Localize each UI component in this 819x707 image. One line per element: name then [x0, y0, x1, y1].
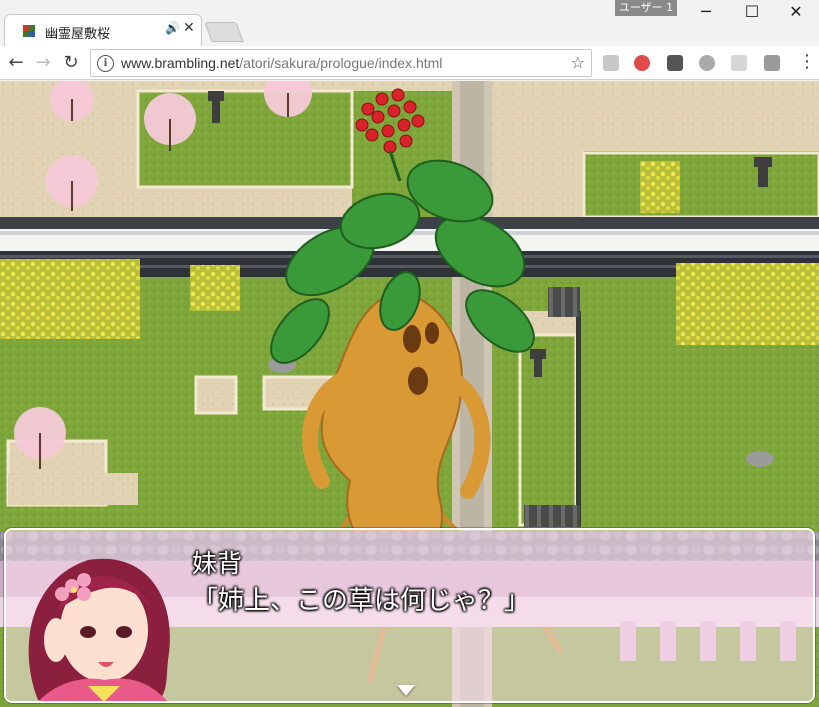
new-tab-button[interactable]: [204, 22, 244, 42]
forward-button[interactable]: →: [31, 51, 55, 75]
url-text[interactable]: www.brambling.net/atori/sakura/prologue/…: [121, 55, 442, 71]
browser-toolbar: ← → ↻ i www.brambling.net/atori/sakura/p…: [0, 46, 819, 80]
extension-icon-2[interactable]: [634, 55, 650, 71]
extension-icon-4[interactable]: [699, 55, 715, 71]
maximize-button[interactable]: ☐: [729, 0, 775, 26]
extension-icon-1[interactable]: [603, 55, 619, 71]
extension-icon-5[interactable]: [731, 55, 747, 71]
dialogue-text: 「姉上、この草は何じゃ？」: [192, 586, 531, 616]
back-button[interactable]: ←: [4, 51, 28, 75]
info-icon[interactable]: i: [97, 55, 114, 72]
minimize-button[interactable]: ─: [683, 0, 729, 26]
speaker-name: 妹背: [192, 549, 243, 578]
game-favicon-icon: [23, 25, 35, 37]
message-window[interactable]: 妹背 「姉上、この草は何じゃ？」: [4, 528, 815, 703]
next-message-arrow-icon[interactable]: [397, 685, 415, 696]
speaker-audio-icon[interactable]: 🔊: [165, 21, 180, 35]
tab-title: 幽霊屋敷桜: [45, 27, 111, 42]
close-tab-icon[interactable]: ✕: [183, 20, 195, 36]
browser-menu-icon[interactable]: ⋮: [798, 52, 816, 72]
user-profile-badge[interactable]: ユーザー 1: [615, 0, 677, 16]
window-close-button[interactable]: ✕: [773, 0, 819, 26]
pdf-extension-icon[interactable]: [764, 55, 780, 71]
extension-icon-3[interactable]: [667, 55, 683, 71]
address-bar[interactable]: i www.brambling.net/atori/sakura/prologu…: [90, 49, 592, 77]
bookmark-star-icon[interactable]: ☆: [571, 53, 585, 72]
reload-button[interactable]: ↻: [59, 51, 83, 75]
browser-tab[interactable]: 幽霊屋敷桜 🔊 ✕: [4, 14, 202, 46]
character-portrait: [28, 558, 170, 701]
title-bar: 幽霊屋敷桜 🔊 ✕ ユーザー 1 ─ ☐ ✕: [0, 0, 819, 46]
